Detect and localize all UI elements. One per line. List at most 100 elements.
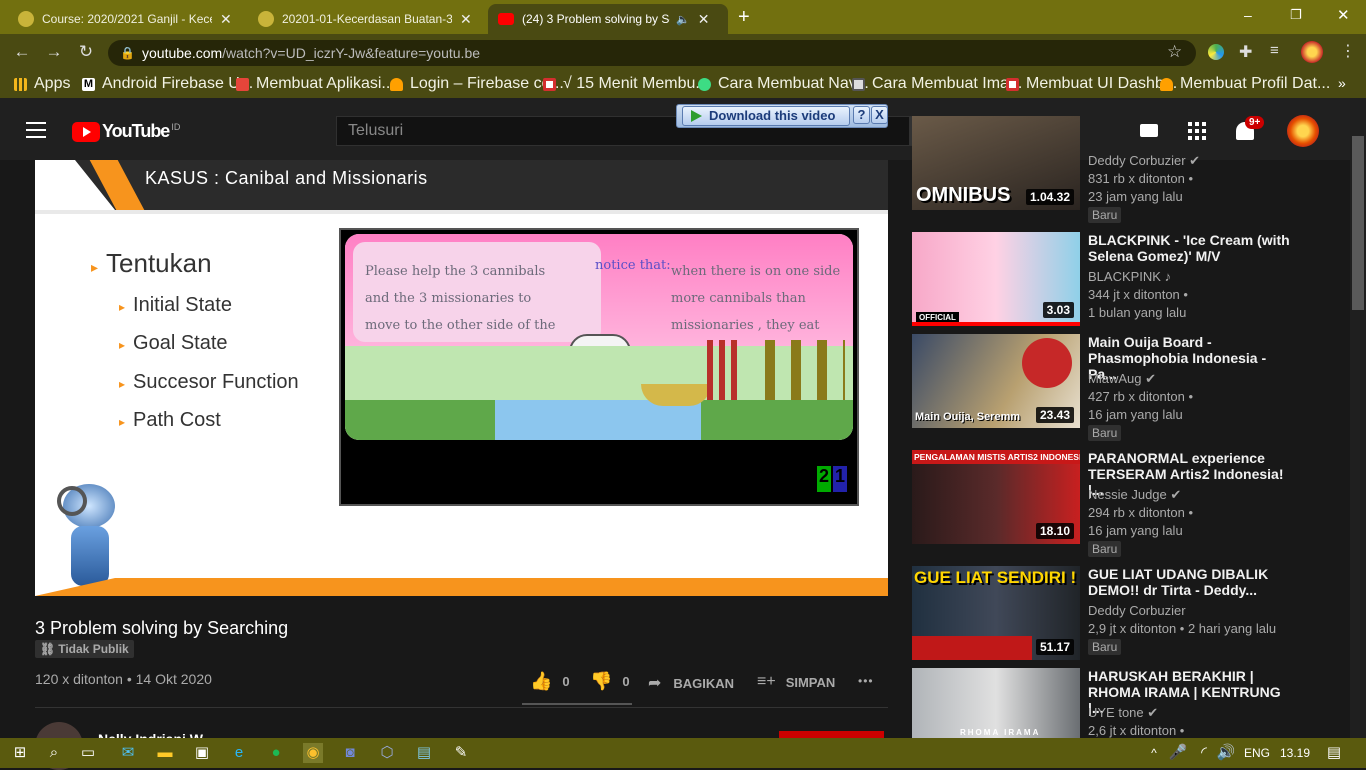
wifi-icon[interactable]: ◜ [1194,743,1214,763]
recommendation-card[interactable]: PENGALAMAN MISTIS ARTIS2 INDONESIA 18.10… [912,450,1352,558]
minimize-button[interactable]: – [1244,7,1252,23]
video-thumbnail[interactable]: PENGALAMAN MISTIS ARTIS2 INDONESIA 18.10 [912,450,1080,544]
like-button[interactable]: 👍 0 [530,671,570,692]
view-count: 427 rb x ditonton • [1088,389,1194,404]
bookmark-15-menit[interactable]: √ 15 Menit Membu... [543,75,709,92]
media-control-icon[interactable]: ≡ [1270,42,1279,59]
thumbnail-text: Main Ouija, Seremm [915,411,1021,423]
scrollbar-thumb[interactable] [1352,136,1364,310]
mail-icon[interactable]: ✉ [118,743,138,763]
channel-name[interactable]: Deddy Corbuzier ✔ [1088,152,1200,170]
reload-icon[interactable]: ↻ [76,42,96,62]
close-tab-icon[interactable]: ✕ [220,11,232,28]
tray-expand-icon[interactable]: ^ [1144,743,1164,763]
close-tab-icon[interactable]: ✕ [460,11,472,28]
action-center-icon[interactable]: ▤ [1324,743,1344,763]
youtube-logo[interactable]: YouTube ID [72,121,180,142]
duration-badge: 3.03 [1042,302,1074,318]
tab-course[interactable]: Course: 2020/2021 Ganjil - Kecer ✕ [8,4,246,34]
home-favicon-icon [1006,77,1019,91]
bookmark-membuat-profil[interactable]: Membuat Profil Dat... [1160,75,1330,92]
input-language[interactable]: ENG [1244,746,1270,760]
bookmark-cara-membuat-ima[interactable]: Cara Membuat Ima... [852,75,1022,92]
bookmark-label: Membuat UI Dashb... [1026,75,1178,92]
video-thumbnail[interactable]: OFFICIAL 3.03 [912,232,1080,326]
video-thumbnail[interactable]: OMNIBUS 1.04.32 [912,116,1080,210]
recommendation-title[interactable]: GUE LIAT UDANG DIBALIK DEMO!! dr Tirta -… [1088,566,1298,598]
recommendation-title[interactable]: BLACKPINK - 'Ice Cream (with Selena Gome… [1088,232,1298,264]
thumbs-down-icon: 👎 [590,671,613,691]
discord-icon[interactable]: ◙ [340,743,360,763]
video-thumbnail[interactable]: GUE LIAT SENDIRI ! 51.17 [912,566,1080,660]
bookmark-android-firebase[interactable]: M Android Firebase U... [82,75,254,92]
extension-icon[interactable] [1208,44,1224,60]
recommendation-card[interactable]: RHOMA IRAMA HARUSKAH BERAKHIR | RHOMA IR… [912,668,1352,738]
save-button[interactable]: ≡+ SIMPAN [757,673,835,691]
profile-avatar[interactable] [1301,41,1323,63]
dislike-button[interactable]: 👎 0 [590,671,630,692]
chrome-icon[interactable]: ◉ [303,743,323,763]
channel-name[interactable]: MiawAug ✔ [1088,370,1156,388]
upload-age: 23 jam yang lalu [1088,189,1183,204]
maximize-button[interactable]: ❐ [1290,7,1302,23]
channel-name[interactable]: BLACKPINK ♪ [1088,268,1171,286]
missionaries [707,340,743,400]
forward-arrow-icon[interactable]: → [44,42,64,62]
url-field[interactable]: 🔒 youtube.com/watch?v=UD_iczrY-Jw&featur… [108,40,1196,66]
bookmark-membuat-aplikasi[interactable]: Membuat Aplikasi... [236,75,395,92]
tab-kecerdasan[interactable]: 20201-01-Kecerdasan Buatan-33 ✕ [248,4,486,34]
bookmark-label: Android Firebase U... [102,75,254,92]
edge-icon[interactable]: e [229,743,249,763]
play-arrow-icon [691,110,702,122]
recommendation-card[interactable]: Main Ouija, Seremm 23.43 Main Ouija Boar… [912,334,1352,442]
recommendation-card[interactable]: GUE LIAT SENDIRI ! 51.17 GUE LIAT UDANG … [912,566,1352,666]
windows-start-icon[interactable]: ⊞ [10,743,30,763]
volume-icon[interactable]: 🔊 [1216,743,1236,763]
chrome-menu-icon[interactable]: ⋮ [1340,41,1356,61]
close-window-button[interactable]: ✕ [1337,6,1350,24]
bookmark-star-icon[interactable]: ☆ [1167,42,1182,62]
bookmarks-overflow-icon[interactable]: » [1338,75,1346,91]
help-button[interactable]: ? [853,106,870,124]
channel-name[interactable]: UYE tone ✔ [1088,704,1158,722]
tab-title: (24) 3 Problem solving by Se [522,12,670,26]
more-actions-icon[interactable]: ••• [858,674,874,688]
recommendation-card[interactable]: OFFICIAL 3.03 BLACKPINK - 'Ice Cream (wi… [912,232,1352,332]
close-tab-icon[interactable]: ✕ [698,11,710,28]
lock-icon[interactable]: 🔒 [120,40,135,66]
microphone-icon[interactable]: 🎤 [1168,743,1188,763]
puzzle-extensions-icon[interactable]: ✚ [1239,42,1252,62]
vpn-icon[interactable]: ⬡ [377,743,397,763]
clock[interactable]: 13.19 [1280,746,1310,760]
back-arrow-icon[interactable]: ← [12,42,32,62]
channel-name[interactable]: Nessie Judge ✔ [1088,486,1181,504]
tab-youtube-active[interactable]: (24) 3 Problem solving by Se 🔈 ✕ [488,4,728,34]
playlist-add-icon: ≡+ [757,673,776,690]
store-icon[interactable]: ▣ [192,743,212,763]
bookmark-label: Membuat Aplikasi... [256,75,395,92]
slide-bullet: ▸ Initial State [119,294,232,316]
apps-grid-icon [14,77,27,91]
task-view-icon[interactable]: ▭ [78,743,98,763]
bookmark-login-firebase[interactable]: Login – Firebase co... [390,75,564,92]
bookmark-cara-membuat-nav[interactable]: Cara Membuat Nav... [698,75,869,92]
hamburger-menu-icon[interactable] [26,122,46,138]
download-video-button[interactable]: Download this video [682,106,850,126]
file-explorer-icon[interactable]: ▬ [155,743,175,763]
spotify-icon[interactable]: ● [266,743,286,763]
recommendation-card[interactable]: OMNIBUS 1.04.32 Deddy Corbuzier ✔ 831 rb… [912,116,1352,223]
bookmark-apps[interactable]: Apps [14,75,70,92]
notepad-icon[interactable]: ▤ [414,743,434,763]
channel-name[interactable]: Deddy Corbuzier [1088,602,1186,620]
close-download-bar-button[interactable]: X [871,106,888,124]
verified-icon: ✔ [1147,705,1159,720]
video-player[interactable]: KASUS : Canibal and Missionaris ▸ Tentuka… [35,160,888,596]
audio-playing-icon[interactable]: 🔈 [676,13,690,26]
bookmark-membuat-ui-dashb[interactable]: Membuat UI Dashb... [1006,75,1178,92]
video-thumbnail[interactable]: RHOMA IRAMA [912,668,1080,738]
share-button[interactable]: ➦ BAGIKAN [648,673,734,693]
video-thumbnail[interactable]: Main Ouija, Seremm 23.43 [912,334,1080,428]
new-tab-button[interactable]: + [738,6,750,29]
search-icon[interactable]: ⌕ [44,743,64,763]
paint-icon[interactable]: ✎ [451,743,471,763]
